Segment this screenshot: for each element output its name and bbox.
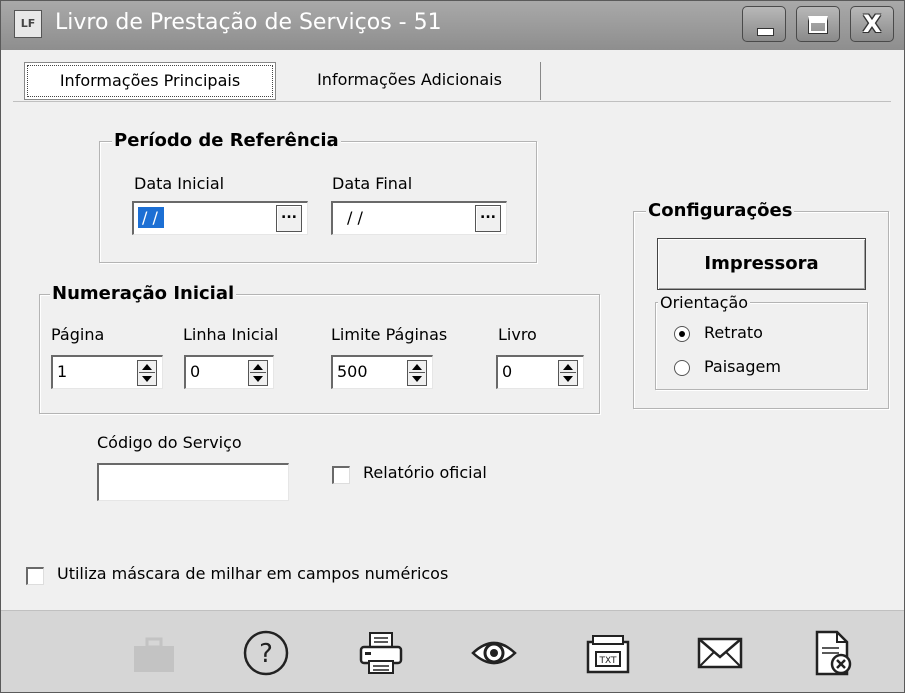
data-final-value: / / bbox=[347, 208, 363, 227]
pagina-label: Página bbox=[51, 325, 105, 344]
limite-paginas-label: Limite Páginas bbox=[331, 325, 448, 344]
mascara-milhar-checkbox[interactable] bbox=[26, 567, 44, 585]
relatorio-oficial-label[interactable]: Relatório oficial bbox=[363, 463, 487, 482]
app-icon: LF bbox=[14, 10, 42, 38]
impressora-button[interactable]: Impressora bbox=[657, 238, 866, 290]
numeracao-inicial-group: Numeração Inicial Página Linha Inicial L… bbox=[39, 283, 600, 414]
export-icon[interactable]: TXT bbox=[583, 628, 633, 678]
retrato-label[interactable]: Retrato bbox=[704, 323, 763, 342]
minimize-icon[interactable] bbox=[742, 6, 786, 42]
radio-paisagem[interactable] bbox=[674, 360, 690, 376]
relatorio-oficial-checkbox[interactable] bbox=[332, 466, 350, 484]
cancel-document-icon[interactable] bbox=[807, 628, 857, 678]
periodo-referencia-legend: Período de Referência bbox=[112, 130, 341, 151]
codigo-servico-input[interactable] bbox=[97, 463, 289, 501]
svg-text:TXT: TXT bbox=[598, 656, 617, 666]
data-inicial-lookup-button[interactable]: ... bbox=[276, 205, 302, 232]
tab-label: Informações Principais bbox=[27, 65, 273, 97]
radio-retrato[interactable] bbox=[674, 326, 690, 342]
livro-stepper[interactable]: 0 bbox=[496, 355, 584, 389]
maximize-icon[interactable] bbox=[796, 6, 840, 42]
orientacao-group: Orientação bbox=[655, 293, 868, 390]
help-icon[interactable]: ? bbox=[241, 628, 291, 678]
briefcase-icon bbox=[129, 628, 179, 678]
data-inicial-value: / / bbox=[138, 207, 164, 228]
close-icon[interactable]: X bbox=[850, 6, 894, 42]
title-bar[interactable]: LF Livro de Prestação de Serviços - 51 X bbox=[1, 1, 904, 50]
data-final-lookup-button[interactable]: ... bbox=[475, 205, 501, 232]
impressora-button-label: Impressora bbox=[704, 253, 819, 274]
preview-icon[interactable] bbox=[469, 628, 519, 678]
data-final-label: Data Final bbox=[332, 174, 413, 193]
orientacao-legend: Orientação bbox=[658, 293, 751, 312]
configuracoes-legend: Configurações bbox=[646, 200, 795, 221]
printer-icon[interactable] bbox=[356, 628, 406, 678]
limite-paginas-stepper[interactable]: 500 bbox=[331, 355, 433, 389]
close-glyph: X bbox=[862, 10, 882, 38]
livro-label: Livro bbox=[498, 325, 537, 344]
numeracao-inicial-legend: Numeração Inicial bbox=[50, 283, 237, 304]
tab-informacoes-adicionais[interactable]: Informações Adicionais bbox=[279, 62, 541, 100]
linha-inicial-spin-buttons[interactable] bbox=[248, 360, 268, 386]
pagina-value: 1 bbox=[57, 362, 68, 381]
tab-informacoes-principais[interactable]: Informações Principais bbox=[24, 62, 276, 100]
window-title: Livro de Prestação de Serviços - 51 bbox=[55, 10, 442, 35]
livro-value: 0 bbox=[502, 362, 513, 381]
linha-inicial-label: Linha Inicial bbox=[183, 325, 279, 344]
svg-text:?: ? bbox=[259, 639, 273, 669]
paisagem-label[interactable]: Paisagem bbox=[704, 357, 781, 376]
linha-inicial-stepper[interactable]: 0 bbox=[184, 355, 274, 389]
bottom-toolbar: ? TXT bbox=[1, 610, 904, 692]
tab-strip-line bbox=[13, 101, 891, 102]
limite-paginas-value: 500 bbox=[337, 362, 368, 381]
pagina-spin-buttons[interactable] bbox=[137, 360, 157, 386]
data-final-field[interactable]: / / ... bbox=[331, 201, 507, 235]
dialog-window: LF Livro de Prestação de Serviços - 51 X… bbox=[0, 0, 905, 693]
pagina-stepper[interactable]: 1 bbox=[51, 355, 163, 389]
codigo-servico-label: Código do Serviço bbox=[97, 433, 242, 452]
livro-spin-buttons[interactable] bbox=[558, 360, 578, 386]
email-icon[interactable] bbox=[695, 628, 745, 678]
data-inicial-label: Data Inicial bbox=[134, 174, 225, 193]
mascara-milhar-label[interactable]: Utiliza máscara de milhar em campos numé… bbox=[57, 564, 448, 583]
linha-inicial-value: 0 bbox=[190, 362, 201, 381]
limite-paginas-spin-buttons[interactable] bbox=[407, 360, 427, 386]
data-inicial-field[interactable]: / / ... bbox=[132, 201, 308, 235]
